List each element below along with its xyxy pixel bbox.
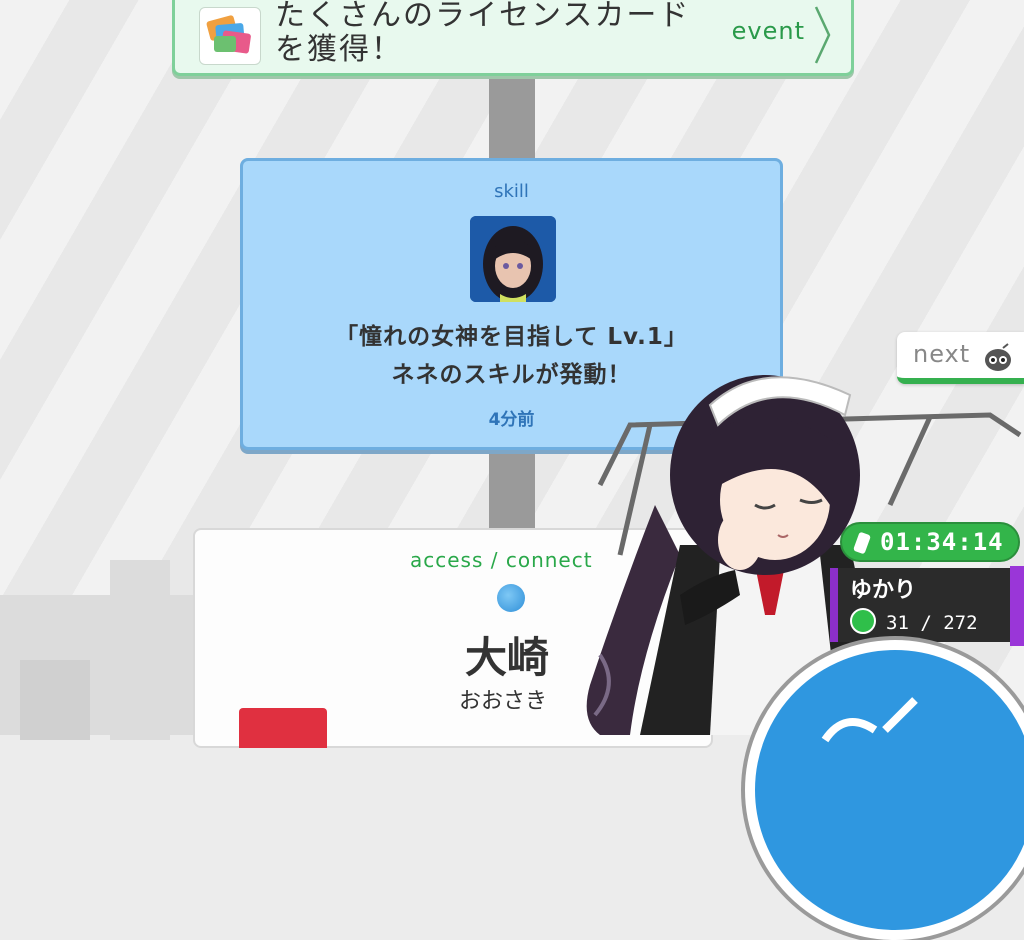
- timeline-connector: [489, 450, 535, 530]
- location-pin-icon: [497, 584, 525, 612]
- access-action-button[interactable]: [745, 640, 1024, 940]
- player-panel[interactable]: ゆかり 31 / 272: [830, 568, 1024, 642]
- signal-icon: [821, 697, 918, 743]
- player-name: ゆかり: [850, 578, 917, 603]
- license-cards-icon: [199, 7, 261, 65]
- panel-edge: [1010, 566, 1024, 646]
- energy-icon: [850, 608, 876, 634]
- card-thumbnail: [239, 708, 327, 748]
- station-kana: おおさき: [459, 689, 548, 714]
- event-message: たくさんのライセンスカードを獲得！: [275, 0, 691, 67]
- timer-value: 01:34:14: [880, 528, 1004, 556]
- phone-icon: [852, 531, 872, 559]
- next-label: next: [913, 340, 971, 368]
- timeline-connector: [489, 76, 535, 160]
- station-name: 大崎: [465, 633, 550, 682]
- next-button[interactable]: next: [897, 332, 1024, 384]
- player-count: 31 / 272: [886, 612, 978, 634]
- event-tag: event: [731, 17, 805, 45]
- skill-tag: skill: [494, 181, 529, 202]
- chevron-right-icon[interactable]: [813, 3, 833, 71]
- skill-title: 「憧れの女神を目指して Lv.1」: [335, 324, 688, 350]
- city-silhouette: [110, 560, 170, 740]
- character-avatar: [470, 216, 556, 302]
- event-card[interactable]: たくさんのライセンスカードを獲得！ event: [172, 0, 854, 76]
- city-silhouette: [20, 660, 90, 740]
- timer-badge: 01:34:14: [840, 522, 1020, 562]
- mascot-icon: [983, 342, 1013, 376]
